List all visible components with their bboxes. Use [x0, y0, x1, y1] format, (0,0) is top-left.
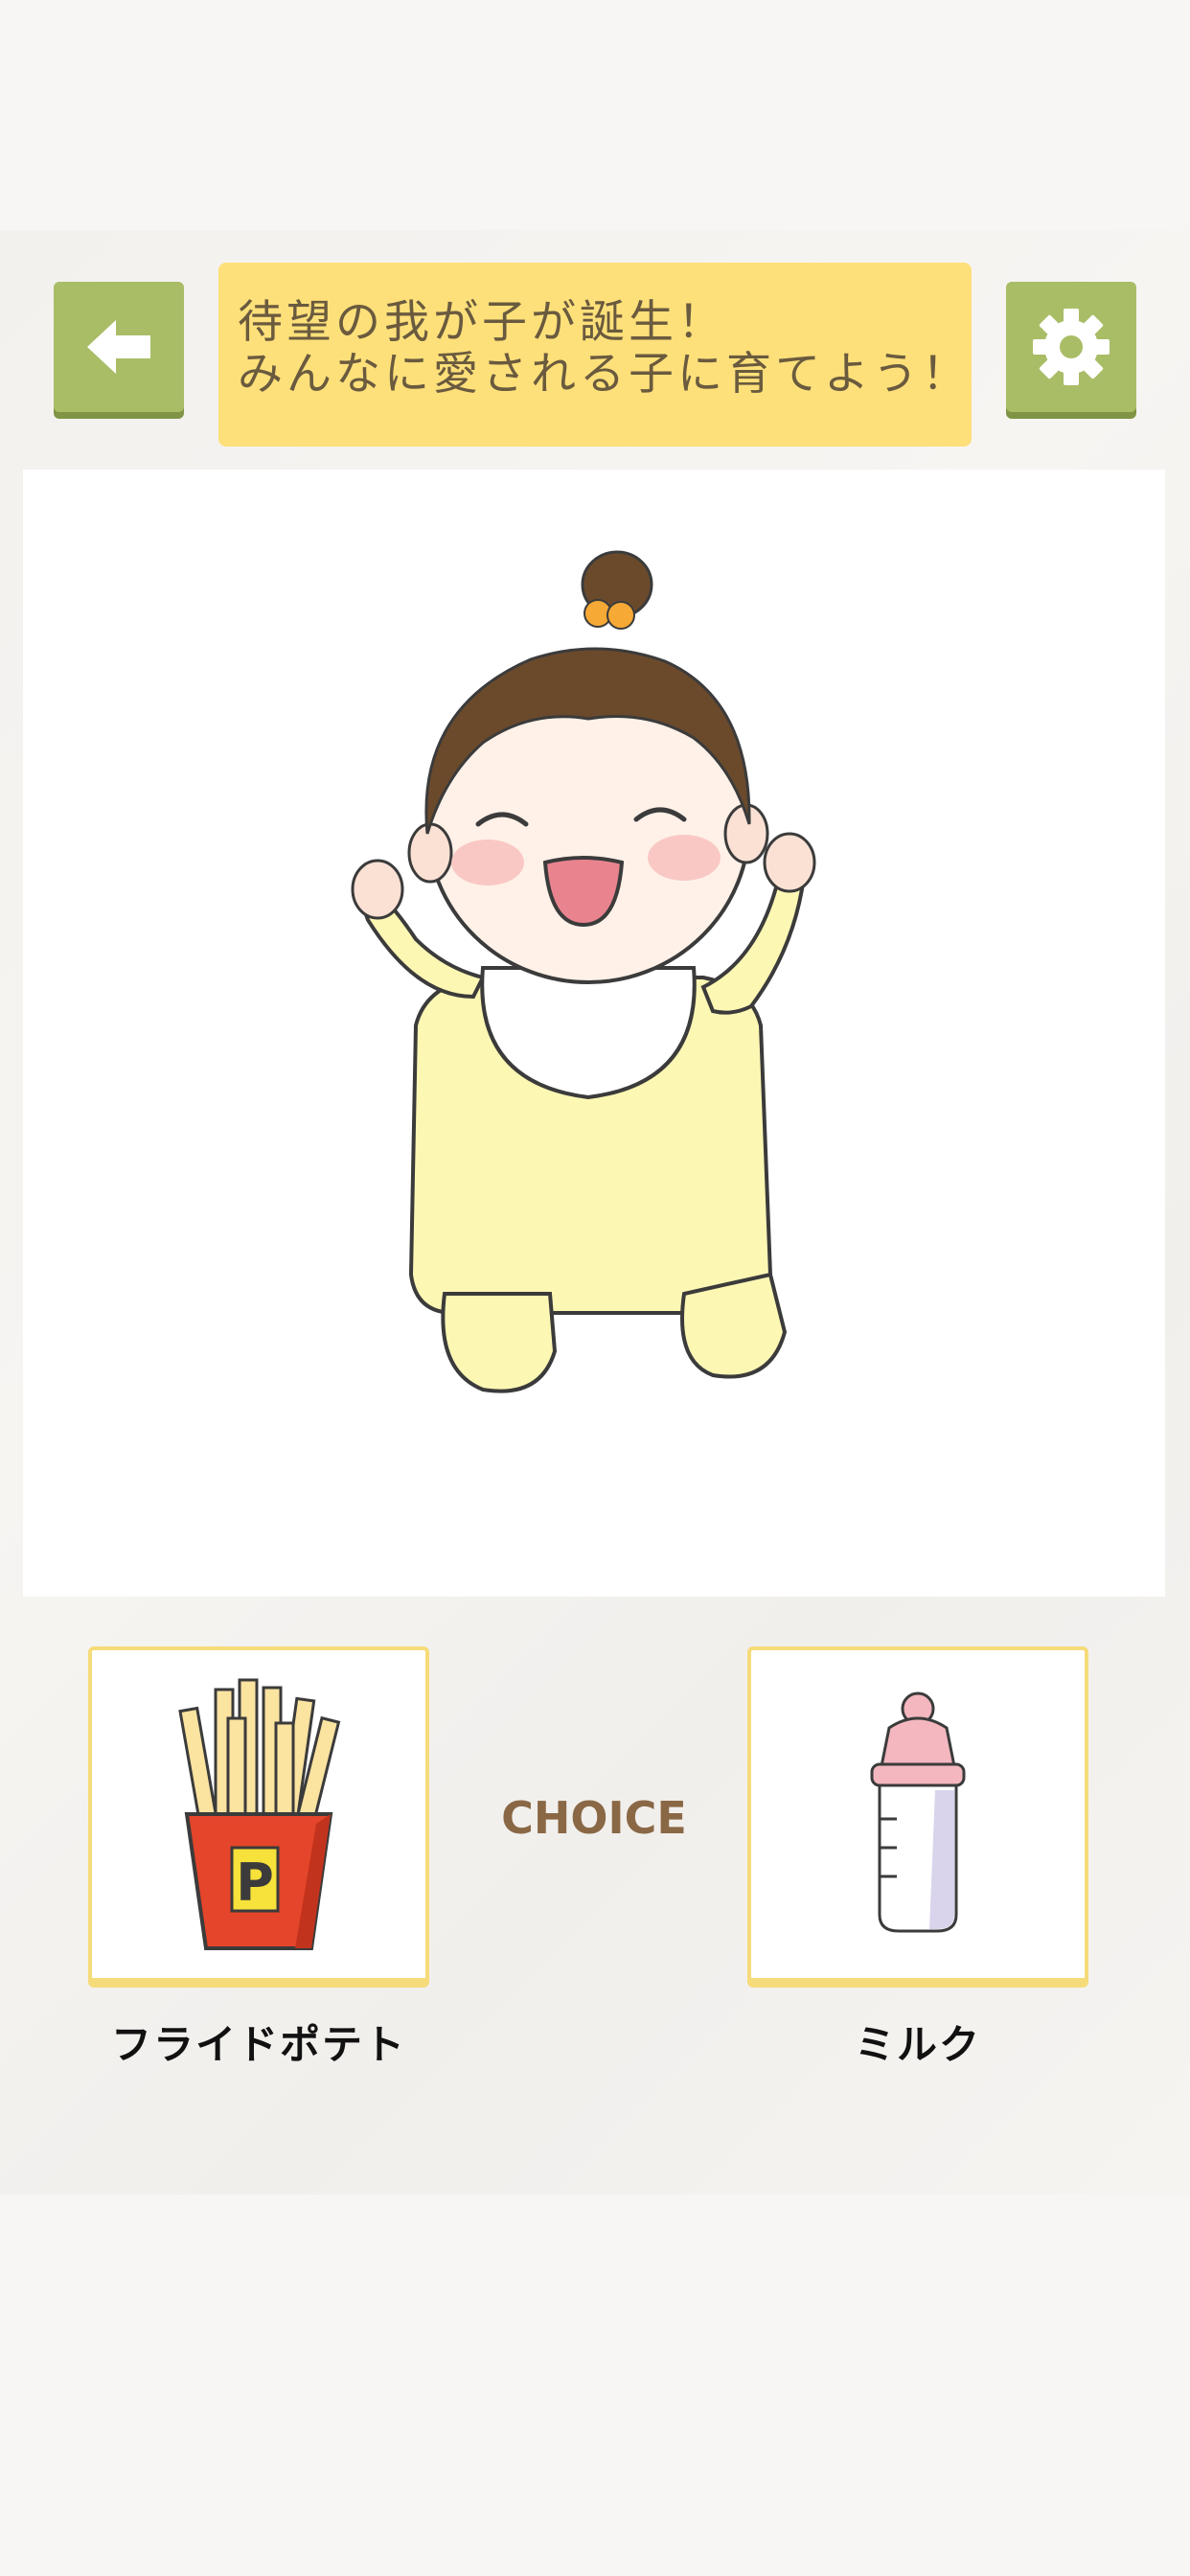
choice-divider-label: CHOICE: [501, 1792, 687, 1844]
baby-character: [351, 550, 816, 1393]
choice-french-fries-label: フライドポテト: [110, 2021, 406, 2068]
character-stage: [23, 470, 1165, 1597]
french-fries-icon: P: [178, 1678, 341, 1950]
story-message: 待望の我が子が誕生！ みんなに愛される子に育てよう！: [218, 263, 972, 447]
message-line-2: みんなに愛される子に育てよう！: [238, 348, 971, 401]
baby-bottle-icon: [870, 1691, 966, 1933]
choice-milk-card[interactable]: [747, 1646, 1088, 1988]
choice-french-fries-card[interactable]: P: [88, 1646, 429, 1988]
gear-icon: [1033, 309, 1110, 385]
back-button[interactable]: [54, 282, 184, 412]
message-line-1: 待望の我が子が誕生！: [238, 296, 726, 349]
choice-milk-label: ミルク: [854, 2021, 981, 2068]
arrow-left-icon: [87, 320, 150, 374]
fries-badge-letter: P: [236, 1852, 274, 1913]
settings-button[interactable]: [1006, 282, 1136, 412]
